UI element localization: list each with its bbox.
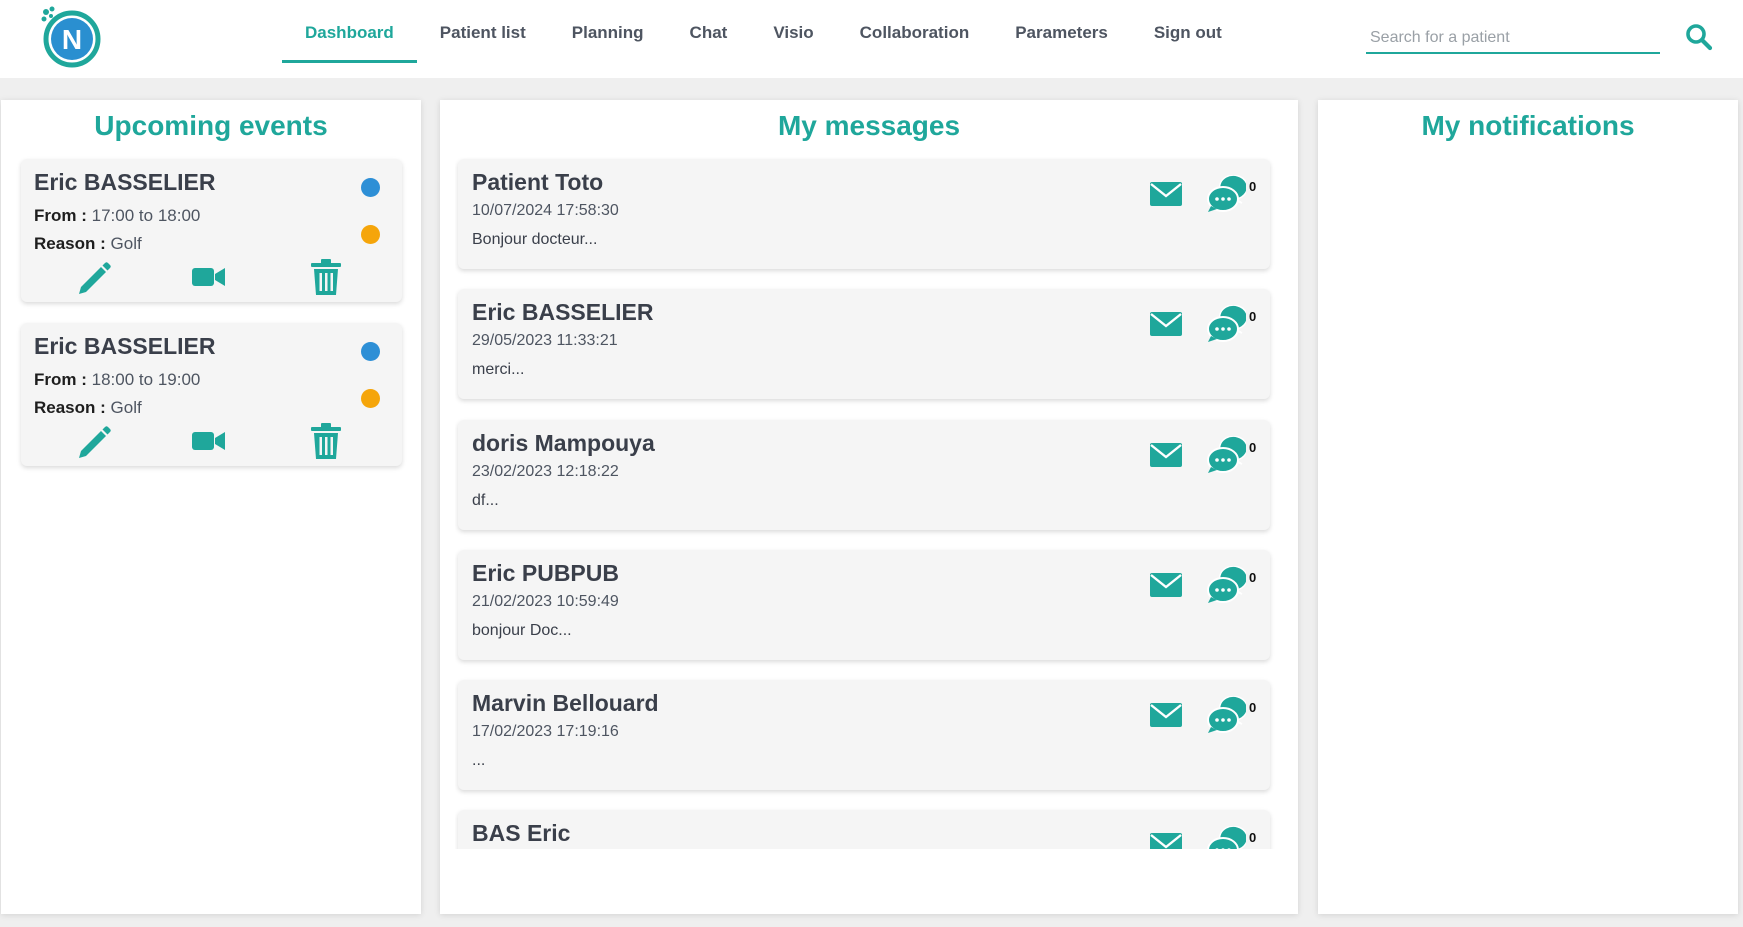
event-end: 19:00 — [157, 370, 201, 389]
chat-bubbles-icon[interactable] — [1206, 305, 1246, 343]
nav-visio[interactable]: Visio — [750, 0, 836, 66]
event-reason: Reason : Golf — [34, 234, 142, 254]
envelope-icon[interactable] — [1149, 702, 1183, 728]
chat-count: 0 — [1249, 570, 1257, 585]
reason-label: Reason : — [34, 398, 106, 417]
event-reason-value: Golf — [110, 398, 142, 417]
status-dot-blue — [361, 178, 380, 197]
chat-count: 0 — [1249, 179, 1257, 194]
search-icon[interactable] — [1684, 22, 1714, 52]
notifications-panel: My notifications — [1318, 100, 1738, 914]
to-word: to — [138, 206, 154, 225]
nav-parameters[interactable]: Parameters — [992, 0, 1131, 66]
event-patient-name: Eric BASSELIER — [34, 169, 216, 195]
message-preview: Bonjour docteur... — [472, 231, 598, 248]
main-nav: Dashboard Patient list Planning Chat Vis… — [282, 0, 1245, 66]
message-preview: df... — [472, 492, 499, 509]
from-label: From : — [34, 370, 87, 389]
event-card: Eric BASSELIER From : 17:00 to 18:00 Rea… — [21, 159, 402, 302]
event-card: Eric BASSELIER From : 18:00 to 19:00 Rea… — [21, 323, 402, 466]
message-sender: Eric BASSELIER — [472, 299, 654, 325]
app-logo[interactable]: N — [40, 6, 104, 68]
envelope-icon[interactable] — [1149, 442, 1183, 468]
chat-count: 0 — [1249, 700, 1257, 715]
nav-planning[interactable]: Planning — [549, 0, 667, 66]
event-time: From : 18:00 to 19:00 — [34, 370, 200, 390]
chat-bubbles-icon[interactable] — [1206, 175, 1246, 213]
nav-chat[interactable]: Chat — [667, 0, 751, 66]
event-start: 17:00 — [91, 206, 135, 225]
message-date: 10/07/2024 17:58:30 — [472, 202, 619, 219]
event-time: From : 17:00 to 18:00 — [34, 206, 200, 226]
to-word: to — [138, 370, 154, 389]
upcoming-events-panel: Upcoming events Eric BASSELIER From : 17… — [1, 100, 421, 914]
message-preview: bonjour Doc... — [472, 622, 572, 639]
pencil-icon[interactable] — [73, 421, 113, 461]
envelope-icon[interactable] — [1149, 311, 1183, 337]
event-end: 18:00 — [157, 206, 201, 225]
event-reason-value: Golf — [110, 234, 142, 253]
nav-collaboration[interactable]: Collaboration — [837, 0, 993, 66]
pencil-icon[interactable] — [73, 257, 113, 297]
message-date: 17/02/2023 17:19:16 — [472, 723, 619, 740]
chat-count: 0 — [1249, 440, 1257, 455]
status-dot-blue — [361, 342, 380, 361]
nav-patient-list[interactable]: Patient list — [417, 0, 549, 66]
chat-bubbles-icon[interactable] — [1206, 696, 1246, 734]
messages-panel: My messages Patient Toto 10/07/2024 17:5… — [440, 100, 1298, 914]
chat-bubbles-icon[interactable] — [1206, 826, 1246, 849]
message-card[interactable]: Marvin Bellouard 17/02/2023 17:19:16 ...… — [458, 680, 1270, 790]
chat-count: 0 — [1249, 830, 1257, 845]
notifications-title: My notifications — [1421, 110, 1635, 141]
message-card[interactable]: Patient Toto 10/07/2024 17:58:30 Bonjour… — [458, 159, 1270, 269]
status-dot-orange — [361, 225, 380, 244]
trash-icon[interactable] — [306, 257, 346, 297]
message-sender: Patient Toto — [472, 169, 604, 195]
event-start: 18:00 — [91, 370, 135, 389]
chat-bubbles-icon[interactable] — [1206, 566, 1246, 604]
reason-label: Reason : — [34, 234, 106, 253]
video-camera-icon[interactable] — [189, 257, 229, 297]
from-label: From : — [34, 206, 87, 225]
trash-icon[interactable] — [306, 421, 346, 461]
status-dot-orange — [361, 389, 380, 408]
message-sender: BAS Eric — [472, 820, 571, 846]
upcoming-events-title: Upcoming events — [94, 110, 328, 141]
message-sender: doris Mampouya — [472, 430, 655, 456]
logo-letter: N — [62, 24, 82, 55]
event-patient-name: Eric BASSELIER — [34, 333, 216, 359]
message-preview: ... — [472, 752, 486, 769]
message-date: 29/05/2023 11:33:21 — [472, 332, 618, 349]
envelope-icon[interactable] — [1149, 572, 1183, 598]
envelope-icon[interactable] — [1149, 832, 1183, 849]
messages-list[interactable]: Patient Toto 10/07/2024 17:58:30 Bonjour… — [455, 157, 1285, 849]
message-card[interactable]: BAS Eric 0 — [458, 810, 1270, 849]
message-sender: Marvin Bellouard — [472, 690, 659, 716]
message-card[interactable]: Eric BASSELIER 29/05/2023 11:33:21 merci… — [458, 289, 1270, 399]
envelope-icon[interactable] — [1149, 181, 1183, 207]
message-sender: Eric PUBPUB — [472, 560, 619, 586]
chat-count: 0 — [1249, 309, 1257, 324]
message-card[interactable]: doris Mampouya 23/02/2023 12:18:22 df...… — [458, 420, 1270, 530]
top-bar: N Dashboard Patient list Planning Chat V… — [0, 0, 1743, 78]
messages-title: My messages — [777, 110, 961, 141]
message-date: 23/02/2023 12:18:22 — [472, 463, 619, 480]
nav-dashboard[interactable]: Dashboard — [282, 0, 417, 66]
chat-bubbles-icon[interactable] — [1206, 436, 1246, 474]
video-camera-icon[interactable] — [189, 421, 229, 461]
message-preview: merci... — [472, 361, 525, 378]
nav-sign-out[interactable]: Sign out — [1131, 0, 1245, 66]
message-card[interactable]: Eric PUBPUB 21/02/2023 10:59:49 bonjour … — [458, 550, 1270, 660]
patient-search-input[interactable] — [1366, 24, 1660, 54]
event-reason: Reason : Golf — [34, 398, 142, 418]
message-date: 21/02/2023 10:59:49 — [472, 593, 619, 610]
